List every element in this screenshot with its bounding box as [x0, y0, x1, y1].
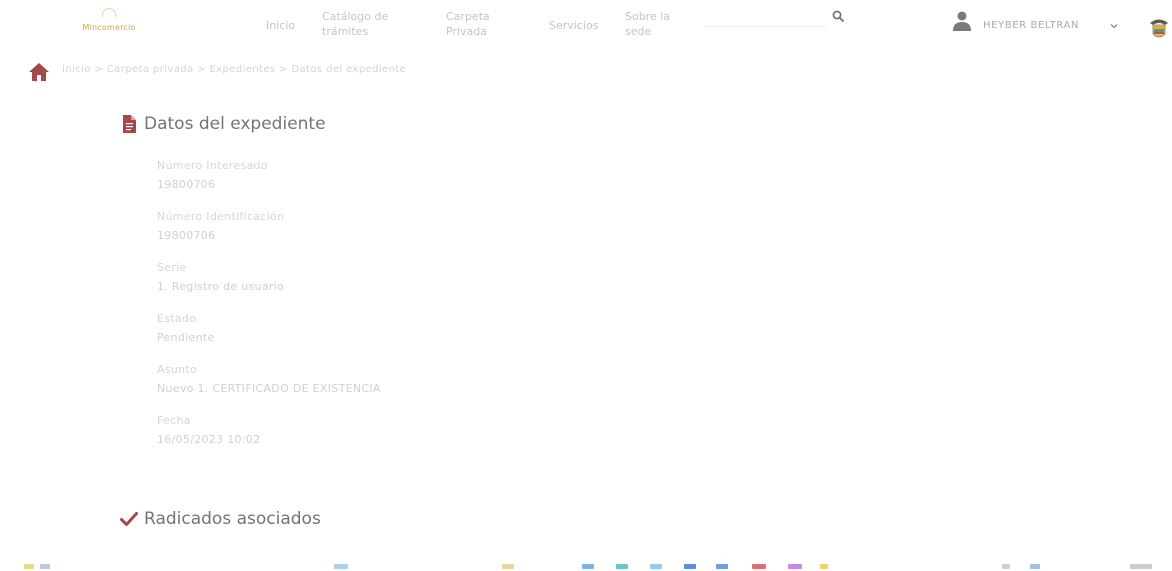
logo-mark	[102, 8, 116, 17]
field-value: Nuevo 1. CERTIFICADO DE EXISTENCIA	[157, 382, 381, 395]
search-box	[705, 6, 844, 30]
document-icon	[123, 115, 136, 133]
field-value: 16/05/2023 10:02	[157, 433, 261, 446]
chevron-down-icon[interactable]	[1110, 22, 1118, 30]
search-icon[interactable]	[832, 10, 844, 22]
nav-item-carpeta-privada[interactable]: Carpeta Privada	[446, 9, 516, 39]
field-numero-interesado: Número Interesado 19800706	[157, 159, 477, 210]
taskbar	[0, 560, 1172, 571]
taskbar-item[interactable]	[1030, 564, 1040, 569]
user-menu-name[interactable]: HEYBER BELTRAN	[983, 20, 1079, 31]
field-asunto: Asunto Nuevo 1. CERTIFICADO DE EXISTENCI…	[157, 363, 477, 414]
field-label: Número Interesado	[157, 159, 268, 172]
section-title-datos-expediente: Datos del expediente	[120, 114, 326, 134]
top-navigation-bar: Mincomercio Inicio Catálogo de trámites …	[0, 0, 1172, 52]
taskbar-item[interactable]	[40, 564, 50, 569]
nav-item-servicios[interactable]: Servicios	[549, 18, 598, 33]
taskbar-item[interactable]	[788, 564, 802, 569]
field-label: Número Identificación	[157, 210, 285, 223]
field-value: Pendiente	[157, 331, 215, 344]
checkmark-icon	[120, 512, 138, 526]
taskbar-item[interactable]	[1002, 564, 1010, 569]
field-fecha: Fecha 16/05/2023 10:02	[157, 414, 477, 465]
field-value: 1. Registro de usuario	[157, 280, 285, 293]
taskbar-item[interactable]	[334, 564, 348, 569]
field-value: 19800706	[157, 229, 216, 242]
user-icon[interactable]	[953, 11, 971, 31]
field-label: Serie	[157, 261, 187, 274]
taskbar-item[interactable]	[684, 564, 696, 569]
taskbar-item[interactable]	[820, 564, 828, 569]
taskbar-item[interactable]	[502, 564, 514, 569]
nav-item-inicio[interactable]: Inicio	[266, 18, 295, 33]
taskbar-item[interactable]	[716, 564, 728, 569]
nav-item-sobre-la-sede[interactable]: Sobre la sede	[625, 9, 695, 39]
taskbar-item[interactable]	[616, 564, 628, 569]
field-label: Fecha	[157, 414, 191, 427]
taskbar-item[interactable]	[752, 564, 766, 569]
section-title-radicados-asociados: Radicados asociados	[120, 509, 321, 529]
section-title-text: Datos del expediente	[144, 114, 326, 134]
taskbar-item[interactable]	[582, 564, 594, 569]
taskbar-clock[interactable]	[1130, 564, 1152, 569]
field-numero-identificacion: Número Identificación 19800706	[157, 210, 477, 261]
section-title-text: Radicados asociados	[144, 509, 321, 529]
field-serie: Serie 1. Registro de usuario	[157, 261, 477, 312]
field-value: 19800706	[157, 178, 216, 191]
field-label: Estado	[157, 312, 197, 325]
breadcrumb[interactable]: Inicio > Carpeta privada > Expedientes >…	[62, 64, 406, 75]
colombia-crest-icon	[1150, 19, 1168, 38]
field-label: Asunto	[157, 363, 198, 376]
site-logo[interactable]: Mincomercio	[74, 8, 144, 42]
taskbar-item[interactable]	[24, 564, 34, 569]
taskbar-item[interactable]	[650, 564, 662, 569]
logo-text: Mincomercio	[82, 23, 136, 32]
home-icon[interactable]	[28, 62, 50, 82]
field-estado: Estado Pendiente	[157, 312, 477, 363]
nav-item-catalogo-tramites[interactable]: Catálogo de trámites	[322, 9, 412, 39]
search-input[interactable]	[705, 7, 827, 27]
expediente-fields: Número Interesado 19800706 Número Identi…	[157, 159, 477, 465]
